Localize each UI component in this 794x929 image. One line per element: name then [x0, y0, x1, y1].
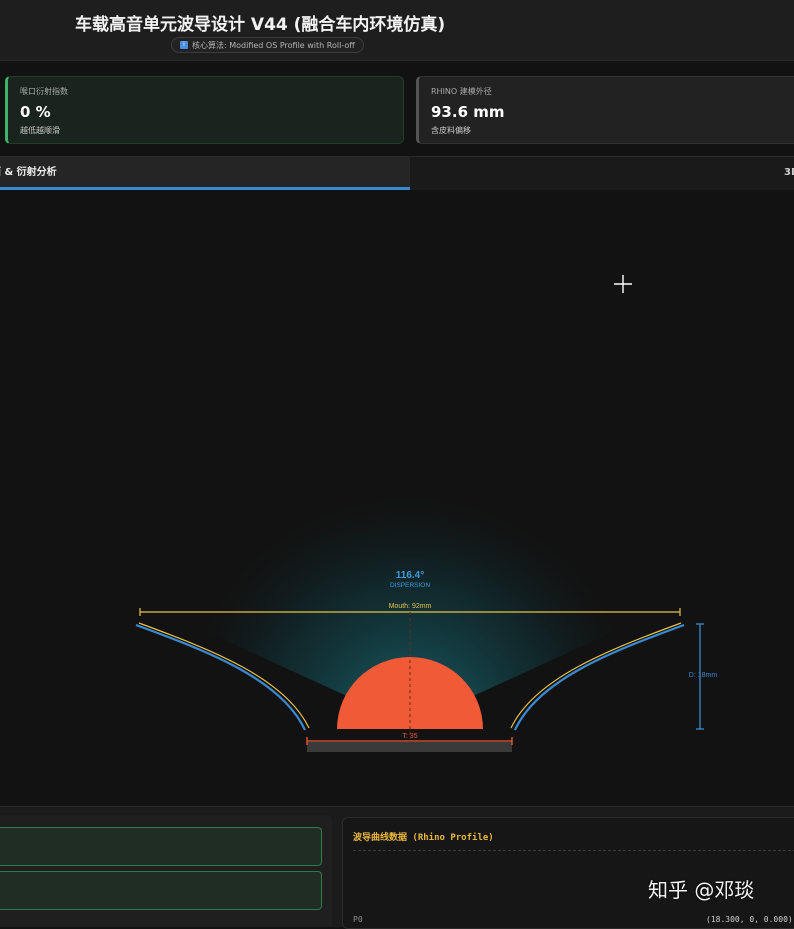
crosshair-cursor-icon	[614, 275, 632, 293]
tab-label: 3D	[784, 167, 794, 178]
page-title: 车载高音单元波导设计 V44 (融合车内环境仿真)	[75, 15, 446, 35]
options-panel	[0, 815, 332, 927]
dispersion-angle: 116.4°	[396, 570, 424, 581]
metric-card-outer-diameter: RHINO 建模外径 93.6 mm 含皮料偏移	[416, 76, 794, 144]
metric-label: 喉口衍射指数	[20, 87, 68, 96]
profile-point-coord: (18.300, 0, 0.000) P1	[706, 915, 794, 924]
view-tabs: 面 & 衍射分析 3D	[0, 156, 794, 191]
option-row[interactable]	[0, 871, 322, 910]
metric-value: 0 %	[20, 103, 51, 121]
metric-card-diffraction: 喉口衍射指数 0 % 越低越顺滑	[5, 76, 404, 144]
metric-label: RHINO 建模外径	[431, 87, 492, 96]
metric-subtext: 越低越顺滑	[20, 126, 60, 135]
metric-value: 93.6 mm	[431, 103, 505, 121]
watermark: 知乎 @邓琰	[648, 878, 755, 902]
algorithm-badge: i 核心算法: Modified OS Profile with Roll-of…	[171, 37, 364, 53]
bottom-panels: 波导曲线数据 (Rhino Profile) P0 (18.300, 0, 0.…	[0, 806, 794, 929]
algorithm-badge-text: 核心算法: Modified OS Profile with Roll-off	[192, 40, 355, 50]
profile-panel-title: 波导曲线数据 (Rhino Profile)	[353, 833, 494, 843]
profile-point-label: P0	[353, 915, 363, 924]
tab-3d[interactable]: 3D	[410, 157, 794, 190]
profile-data-panel: 波导曲线数据 (Rhino Profile) P0 (18.300, 0, 0.…	[342, 817, 794, 929]
app-header: 车载高音单元波导设计 V44 (融合车内环境仿真) i 核心算法: Modifi…	[0, 0, 794, 61]
mouth-dimension-label: Mouth: 92mm	[389, 603, 432, 610]
waveguide-diagram: 116.4° DISPERSION Mouth: 92mm T: 35 D: 1…	[135, 275, 718, 752]
metric-subtext: 含皮料偏移	[431, 126, 471, 135]
waveguide-canvas[interactable]: 116.4° DISPERSION Mouth: 92mm T: 35 D: 1…	[0, 190, 794, 805]
divider	[353, 850, 794, 851]
option-row[interactable]	[0, 827, 322, 866]
depth-dimension-label: D: 18mm	[689, 672, 718, 679]
dispersion-caption: DISPERSION	[390, 582, 430, 589]
driver-base-plate	[307, 742, 512, 752]
throat-dimension-label: T: 35	[402, 733, 417, 740]
tab-label: 面 & 衍射分析	[0, 167, 57, 178]
info-icon: i	[180, 41, 188, 49]
tab-profile-diffraction[interactable]: 面 & 衍射分析	[0, 157, 410, 190]
